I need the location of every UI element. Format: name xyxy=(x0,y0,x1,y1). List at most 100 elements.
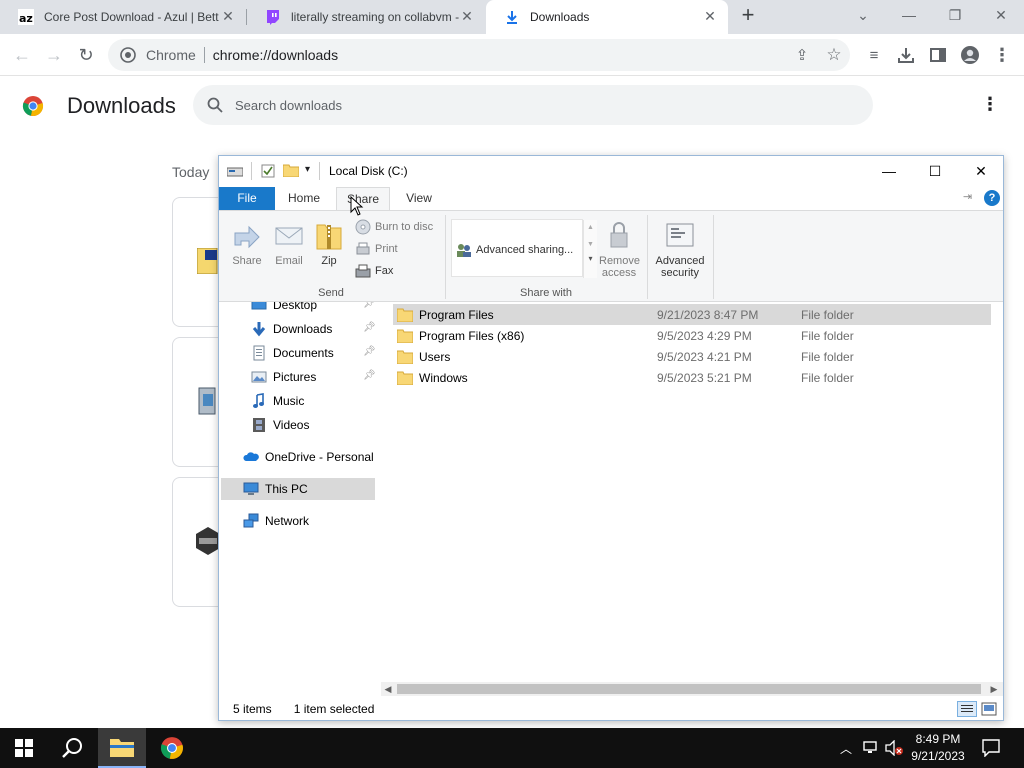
large-icons-view-icon[interactable] xyxy=(981,702,997,716)
tab-azul[interactable]: az Core Post Download - Azul | Bett ✕ xyxy=(0,0,246,34)
downloads-header: Downloads Search downloads ⋮ xyxy=(0,77,1024,135)
tab-title: Core Post Download - Azul | Bett xyxy=(44,10,219,24)
qat-dropdown-icon[interactable]: ▾ xyxy=(305,164,310,175)
start-button[interactable] xyxy=(0,728,48,768)
gallery-down-icon[interactable]: ▼ xyxy=(584,241,597,248)
scrollbar-thumb[interactable] xyxy=(397,684,981,694)
tab-downloads[interactable]: Downloads ✕ xyxy=(486,0,728,34)
nav-item-desktop[interactable]: Desktop xyxy=(251,302,317,316)
horizontal-scrollbar[interactable]: ◀ ▶ xyxy=(381,682,1003,696)
desktop-icon xyxy=(251,302,267,313)
advanced-security-label-1: Advanced xyxy=(655,255,705,267)
close-tab-icon[interactable]: ✕ xyxy=(459,8,475,24)
nav-item-pictures[interactable]: Pictures xyxy=(251,366,316,388)
remove-access-button[interactable]: Remove access xyxy=(599,219,640,279)
clock[interactable]: 8:49 PM 9/21/2023 xyxy=(900,731,976,765)
restore-button[interactable]: ❐ xyxy=(932,0,978,30)
new-folder-icon[interactable] xyxy=(282,163,300,178)
chrome-logo-icon xyxy=(22,95,44,117)
downloads-menu-icon[interactable]: ⋮ xyxy=(980,94,1000,118)
network-tray-icon[interactable] xyxy=(862,740,880,756)
nav-item-documents[interactable]: Documents xyxy=(251,342,334,364)
side-panel-icon[interactable] xyxy=(925,42,951,68)
reading-list-icon[interactable]: ≡ xyxy=(861,42,887,68)
close-window-button[interactable]: ✕ xyxy=(978,0,1024,30)
downloads-arrow-icon xyxy=(251,321,267,337)
taskbar-file-explorer[interactable] xyxy=(98,728,146,768)
bookmark-star-icon[interactable]: ☆ xyxy=(821,42,847,68)
file-row-windows[interactable]: Windows 9/5/2023 5:21 PM File folder xyxy=(393,367,991,388)
nav-label: Music xyxy=(273,394,305,408)
ribbon-tab-file[interactable]: File xyxy=(219,187,275,210)
scroll-left-icon[interactable]: ◀ xyxy=(381,682,395,696)
browser-toolbar: ← → ↻ Chrome chrome://downloads ⇪ ☆ ≡ ⋮ xyxy=(0,34,1024,76)
search-downloads-input[interactable]: Search downloads xyxy=(193,85,873,125)
downloads-toolbar-icon[interactable] xyxy=(893,42,919,68)
email-button[interactable]: Email xyxy=(269,219,309,267)
taskbar-search-button[interactable] xyxy=(48,728,96,768)
profile-avatar-icon[interactable] xyxy=(957,42,983,68)
close-tab-icon[interactable]: ✕ xyxy=(220,8,236,24)
file-name: Program Files xyxy=(419,307,494,322)
burn-label: Burn to disc xyxy=(375,221,434,233)
minimize-button[interactable]: — xyxy=(886,0,932,30)
file-row-program-files-x86[interactable]: Program Files (x86) 9/5/2023 4:29 PM Fil… xyxy=(393,325,991,346)
print-button[interactable]: Print xyxy=(355,239,398,259)
nav-item-downloads[interactable]: Downloads xyxy=(251,318,332,340)
taskbar-chrome[interactable] xyxy=(148,728,196,768)
file-name: Windows xyxy=(419,370,468,385)
reload-button[interactable]: ↻ xyxy=(73,42,99,68)
email-label: Email xyxy=(275,255,303,267)
tab-collabvm[interactable]: literally streaming on collabvm - ✕ xyxy=(247,0,485,34)
drive-icon xyxy=(226,164,244,178)
explorer-maximize-button[interactable]: ☐ xyxy=(912,156,958,186)
installer-icon xyxy=(197,386,219,416)
scroll-right-icon[interactable]: ▶ xyxy=(987,682,1001,696)
close-tab-icon[interactable]: ✕ xyxy=(702,8,718,24)
download-favicon-icon xyxy=(504,9,520,25)
gallery-expand-icon[interactable]: ▾ xyxy=(584,254,597,263)
nav-label: Documents xyxy=(273,346,334,360)
file-row-users[interactable]: Users 9/5/2023 4:21 PM File folder xyxy=(393,346,991,367)
network-icon xyxy=(243,513,259,529)
nav-item-videos[interactable]: Videos xyxy=(251,414,309,436)
page-title: Downloads xyxy=(67,93,176,118)
advanced-security-button[interactable]: Advanced security xyxy=(653,219,707,279)
nav-label: Desktop xyxy=(273,302,318,312)
forward-button[interactable]: → xyxy=(41,42,67,68)
address-bar[interactable]: Chrome chrome://downloads xyxy=(108,39,850,71)
file-row-program-files[interactable]: Program Files 9/21/2023 8:47 PM File fol… xyxy=(393,304,991,325)
ribbon-tab-home[interactable]: Home xyxy=(281,187,327,210)
new-tab-button[interactable]: + xyxy=(733,0,763,30)
explorer-minimize-button[interactable]: — xyxy=(866,156,912,186)
folder-icon xyxy=(396,350,414,364)
back-button[interactable]: ← xyxy=(9,42,35,68)
gallery-up-icon[interactable]: ▲ xyxy=(584,224,597,231)
pin-ribbon-icon[interactable]: ⇥ xyxy=(963,190,972,203)
tab-search-chevron-icon[interactable]: ⌄ xyxy=(840,0,886,30)
nav-item-this-pc[interactable]: This PC xyxy=(243,478,308,500)
share-with-list[interactable]: Advanced sharing... ▲ ▼ ▾ xyxy=(451,219,597,278)
nav-item-onedrive[interactable]: OneDrive - Personal xyxy=(243,446,374,468)
show-hidden-icons-icon[interactable]: ︿ xyxy=(840,740,852,757)
advanced-sharing-item[interactable]: Advanced sharing... xyxy=(456,242,573,258)
fax-button[interactable]: Fax xyxy=(355,261,393,281)
nav-item-music[interactable]: Music xyxy=(251,390,304,412)
help-icon[interactable]: ? xyxy=(984,190,1000,206)
print-label: Print xyxy=(375,243,398,255)
share-page-icon[interactable]: ⇪ xyxy=(789,42,815,68)
properties-icon[interactable] xyxy=(261,164,275,178)
share-button[interactable]: Share xyxy=(227,219,267,267)
ribbon-tab-view[interactable]: View xyxy=(397,187,441,210)
explorer-close-button[interactable]: ✕ xyxy=(958,156,1004,186)
notifications-icon[interactable] xyxy=(982,739,1000,758)
details-view-icon[interactable] xyxy=(957,701,977,717)
pin-icon: 📌︎ xyxy=(363,370,376,381)
nav-item-network[interactable]: Network xyxy=(243,510,309,532)
gallery-scroll[interactable]: ▲ ▼ ▾ xyxy=(583,220,597,278)
zip-button[interactable]: Zip xyxy=(309,219,349,267)
omnibox-url: chrome://downloads xyxy=(212,47,339,63)
burn-to-disc-button[interactable]: Burn to disc xyxy=(355,217,433,237)
fax-label: Fax xyxy=(375,265,394,277)
chrome-menu-icon[interactable]: ⋮ xyxy=(989,42,1015,68)
